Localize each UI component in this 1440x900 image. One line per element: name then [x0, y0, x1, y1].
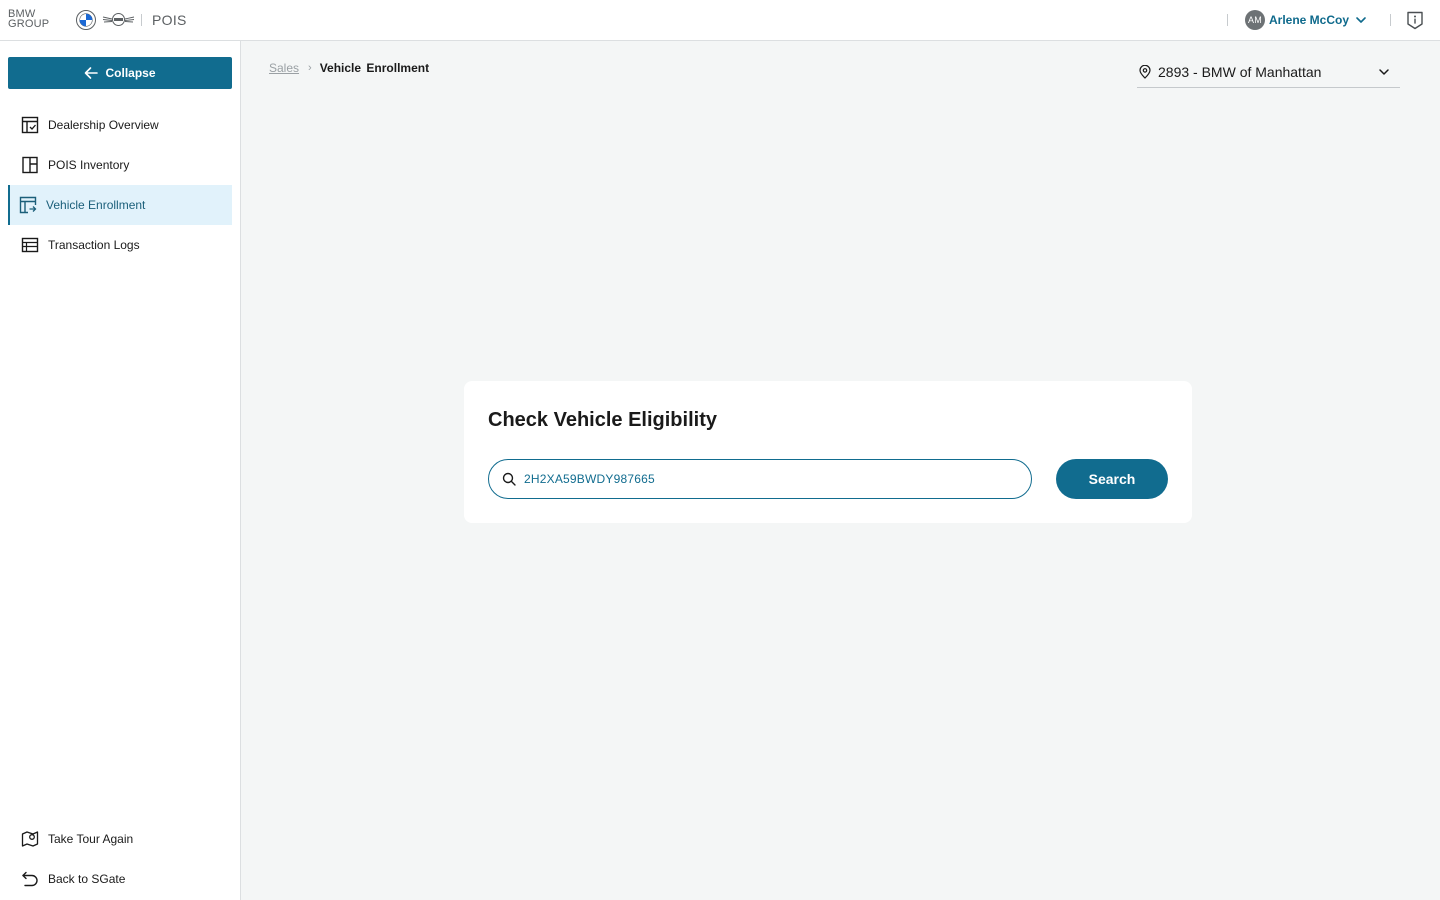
search-button[interactable]: Search	[1056, 459, 1168, 499]
sidebar-item-pois-inventory[interactable]: POIS Inventory	[8, 145, 232, 185]
eligibility-card: Check Vehicle Eligibility Search	[464, 381, 1192, 523]
card-title: Check Vehicle Eligibility	[488, 409, 717, 431]
sidebar-item-label: Transaction Logs	[48, 238, 140, 252]
user-name: Arlene McCoy	[1269, 13, 1350, 27]
chevron-down-icon	[1379, 69, 1389, 75]
app-name: POIS	[152, 12, 187, 28]
sidebar-item-back-to-sgate[interactable]: Back to SGate	[8, 859, 232, 899]
sidebar-item-label: POIS Inventory	[48, 158, 130, 172]
bmw-roundel-icon	[76, 10, 96, 30]
dashboard-icon	[21, 116, 39, 134]
bmw-group-logo[interactable]: BMW GROUP	[8, 9, 50, 30]
inventory-icon	[22, 156, 38, 174]
enrollment-icon	[19, 196, 37, 214]
location-pin-icon	[1139, 65, 1151, 79]
breadcrumb-current: Vehicle Enrollment	[319, 61, 430, 75]
sidebar-nav: Dealership Overview POIS Inventory Vehic…	[8, 105, 232, 265]
vin-search-box[interactable]	[488, 459, 1032, 499]
header-divider	[1390, 14, 1391, 26]
collapse-button[interactable]: Collapse	[8, 57, 232, 89]
sidebar-item-take-tour[interactable]: Take Tour Again	[8, 819, 232, 859]
arrow-left-icon	[85, 67, 99, 79]
mini-logo-icon	[102, 13, 135, 26]
sidebar-item-label: Vehicle Enrollment	[46, 198, 146, 212]
vin-search-input[interactable]	[524, 472, 1014, 486]
collapse-label: Collapse	[105, 66, 156, 80]
sidebar-bottom: Take Tour Again Back to SGate	[8, 819, 232, 899]
sidebar-item-transaction-logs[interactable]: Transaction Logs	[8, 225, 232, 265]
breadcrumb-separator-icon: ›	[308, 62, 312, 74]
search-icon	[502, 472, 516, 486]
sidebar-item-label: Dealership Overview	[48, 118, 159, 132]
undo-icon	[22, 871, 38, 887]
breadcrumb: Sales › Vehicle Enrollment	[269, 61, 429, 75]
sidebar-item-label: Back to SGate	[48, 872, 126, 886]
sidebar-item-dealership-overview[interactable]: Dealership Overview	[8, 105, 232, 145]
brand-line-2: GROUP	[8, 18, 50, 30]
header-divider	[1227, 14, 1228, 26]
sidebar-item-vehicle-enrollment[interactable]: Vehicle Enrollment	[8, 185, 232, 225]
dealer-select[interactable]: 2893 - BMW of Manhattan	[1137, 57, 1400, 88]
chevron-down-icon	[1356, 17, 1366, 23]
info-icon[interactable]	[1406, 11, 1424, 30]
breadcrumb-link-sales[interactable]: Sales	[269, 61, 299, 75]
logo-divider	[141, 14, 142, 26]
sidebar-item-label: Take Tour Again	[48, 832, 134, 846]
map-pin-icon	[21, 831, 39, 847]
user-menu[interactable]: AM Arlene McCoy	[1245, 10, 1367, 30]
dealer-select-value: 2893 - BMW of Manhattan	[1158, 64, 1322, 80]
top-bar: BMW GROUP POIS AM Arlene McCoy	[0, 0, 1440, 41]
logs-icon	[21, 237, 39, 253]
sidebar: Collapse Dealership Overview POIS Invent…	[0, 41, 241, 900]
avatar: AM	[1245, 10, 1265, 30]
